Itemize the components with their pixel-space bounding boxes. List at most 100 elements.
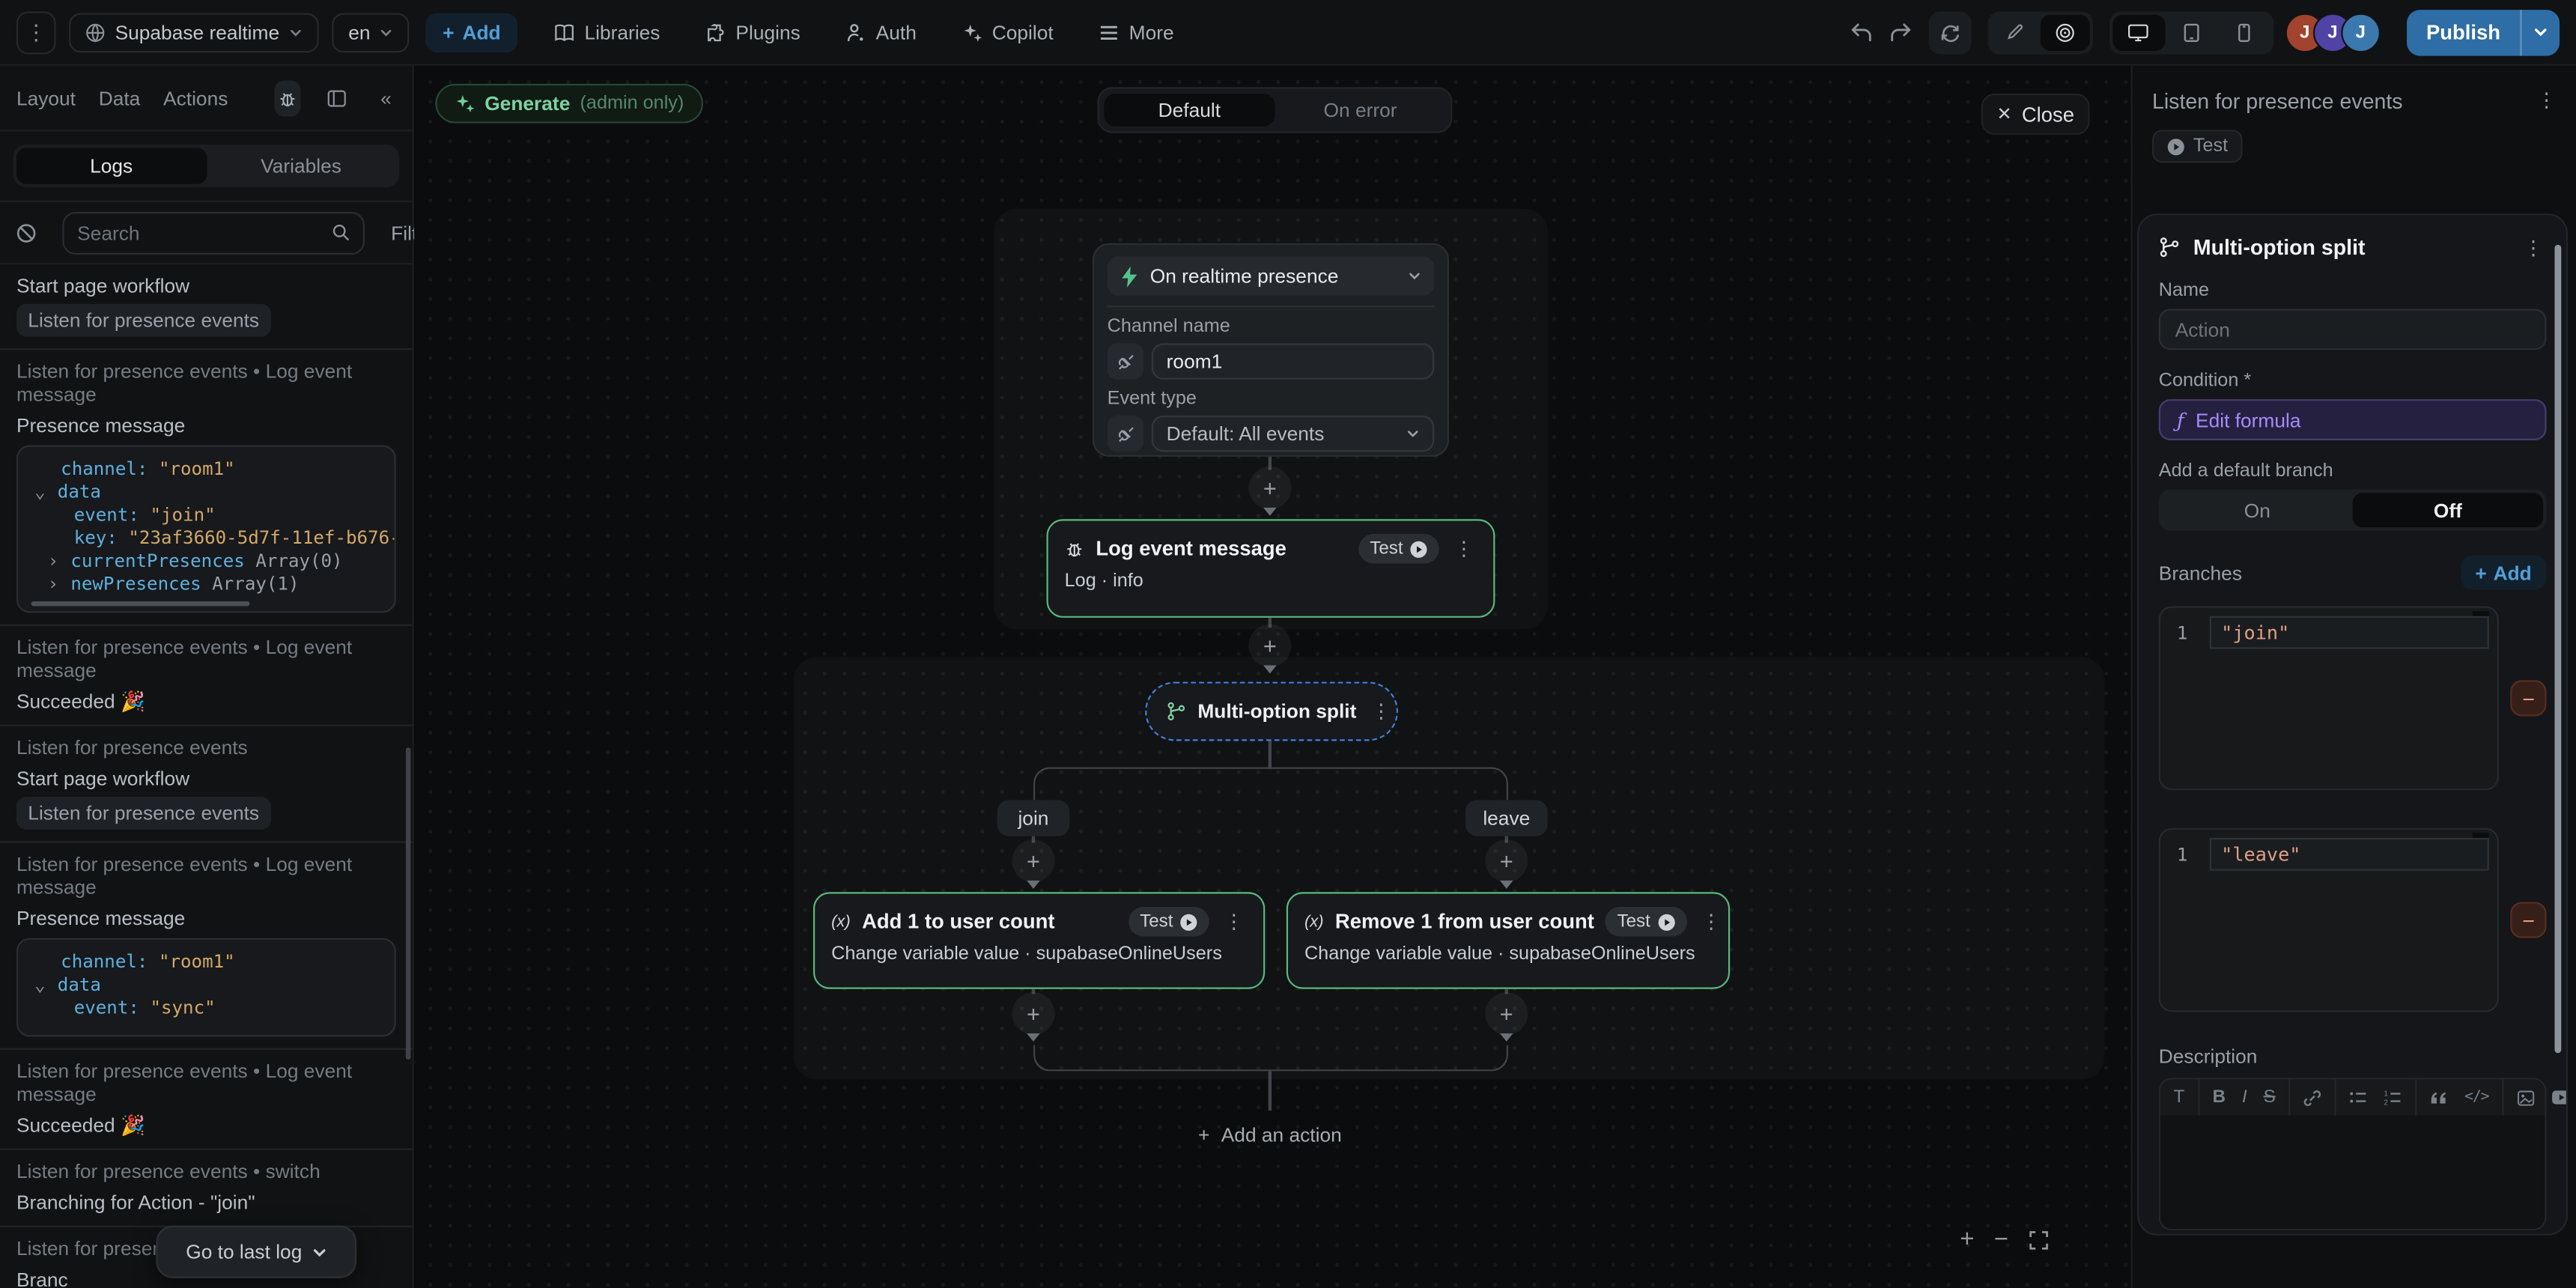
generate-button[interactable]: Generate (admin only) — [435, 83, 704, 124]
collapse-caret-icon[interactable]: ⌄ — [34, 482, 58, 505]
bullet-list-button[interactable] — [2349, 1090, 2367, 1106]
avatar[interactable]: J — [2340, 12, 2381, 52]
menu-item-libraries[interactable]: Libraries — [553, 20, 660, 43]
collapse-caret-icon[interactable]: ⌄ — [34, 974, 58, 997]
trigger-type-select[interactable]: On realtime presence — [1107, 256, 1435, 296]
bind-value-button[interactable] — [1107, 343, 1143, 380]
desktop-view-button[interactable] — [2112, 13, 2166, 50]
fit-view-button[interactable] — [2028, 1230, 2047, 1249]
log-event-message-node[interactable]: Log event message Test ⋮ Log · info — [1046, 519, 1495, 618]
node-menu-button[interactable]: ⋮ — [1698, 910, 1724, 933]
tab-logs[interactable]: Logs — [16, 148, 207, 184]
strikethrough-button[interactable]: S — [2264, 1087, 2276, 1107]
menu-item-plugins[interactable]: Plugins — [706, 20, 801, 43]
node-menu-button[interactable]: ⋮ — [1368, 700, 1394, 723]
test-node-button[interactable]: Test — [1606, 907, 1687, 937]
remove-branch-button[interactable]: − — [2510, 902, 2547, 938]
description-textarea[interactable] — [2158, 1115, 2547, 1231]
branch-label-leave[interactable]: leave — [1465, 800, 1548, 836]
redo-button[interactable] — [1889, 22, 1913, 42]
language-selector[interactable]: en — [332, 12, 410, 52]
node-menu-button[interactable]: ⋮ — [1450, 537, 1477, 560]
refresh-button[interactable] — [1928, 10, 1972, 54]
code-button[interactable]: </> — [2464, 1090, 2489, 1106]
clear-logs-button[interactable] — [16, 222, 36, 242]
insert-action-button[interactable]: + — [1012, 839, 1055, 883]
tab-on-error[interactable]: On error — [1275, 94, 1445, 127]
menu-item-more[interactable]: More — [1099, 20, 1174, 43]
menu-item-auth[interactable]: Auth — [846, 20, 917, 43]
test-workflow-button[interactable]: Test — [2151, 130, 2243, 163]
image-button[interactable] — [2517, 1088, 2535, 1106]
card-scrollbar[interactable] — [2554, 244, 2562, 1054]
edit-mode-button[interactable] — [1991, 14, 2041, 50]
test-node-button[interactable]: Test — [1128, 907, 1209, 937]
trigger-node[interactable]: On realtime presence Channel name room1 … — [1092, 243, 1450, 457]
search-input[interactable] — [77, 221, 332, 244]
remove-branch-button[interactable]: − — [2510, 680, 2547, 717]
go-to-last-log-button[interactable]: Go to last log — [156, 1225, 357, 1278]
project-selector[interactable]: Supabase realtime — [69, 12, 319, 52]
event-type-select[interactable]: Default: All events — [1151, 416, 1435, 452]
tab-layout[interactable]: Layout — [16, 86, 76, 109]
insert-action-button[interactable]: + — [1485, 992, 1528, 1036]
video-button[interactable] — [2551, 1090, 2566, 1106]
mobile-view-button[interactable] — [2217, 14, 2270, 50]
link-button[interactable] — [2303, 1088, 2321, 1106]
insert-action-button[interactable]: + — [1248, 624, 1292, 667]
horizontal-scrollbar[interactable] — [31, 601, 250, 607]
remove-user-count-node[interactable]: (x) Remove 1 from user count Test ⋮ Chan… — [1286, 892, 1731, 989]
insert-action-button[interactable]: + — [1012, 992, 1055, 1036]
tablet-view-button[interactable] — [2165, 14, 2217, 50]
preview-mode-button[interactable] — [2040, 13, 2090, 50]
section-menu-button[interactable]: ⋮ — [2520, 236, 2546, 259]
vertical-scrollbar[interactable] — [405, 747, 411, 1060]
edit-formula-button[interactable]: ƒ Edit formula — [2158, 399, 2547, 440]
tab-data[interactable]: Data — [99, 86, 141, 109]
toggle-off[interactable]: Off — [2352, 493, 2544, 528]
italic-button[interactable]: I — [2242, 1087, 2247, 1107]
app-menu-button[interactable]: ⋮ — [16, 10, 56, 54]
branch-code-editor[interactable]: 1 "join" — [2158, 606, 2500, 791]
text-style-button[interactable]: T — [2174, 1087, 2185, 1107]
channel-name-input[interactable]: room1 — [1151, 343, 1435, 380]
test-node-button[interactable]: Test — [1358, 534, 1439, 564]
close-workflow-button[interactable]: ✕ Close — [1981, 94, 2090, 135]
expand-caret-icon[interactable]: › — [48, 574, 71, 597]
tab-default[interactable]: Default — [1104, 94, 1275, 127]
quote-button[interactable] — [2430, 1090, 2448, 1105]
multi-option-split-node[interactable]: Multi-option split ⋮ — [1145, 681, 1398, 741]
expand-caret-icon[interactable]: › — [48, 550, 71, 574]
workflow-menu-button[interactable]: ⋮ — [2533, 88, 2560, 112]
tab-variables[interactable]: Variables — [206, 148, 395, 183]
rich-text-toolbar: T B I S 12 </> — [2158, 1078, 2566, 1116]
add-branch-button[interactable]: + Add — [2460, 555, 2547, 590]
tab-actions[interactable]: Actions — [163, 86, 228, 109]
toggle-on[interactable]: On — [2162, 493, 2352, 527]
numbered-list-button[interactable]: 12 — [2384, 1090, 2402, 1105]
node-menu-button[interactable]: ⋮ — [1221, 910, 1247, 933]
menu-item-copilot[interactable]: Copilot — [962, 20, 1054, 43]
bind-value-button[interactable] — [1107, 416, 1143, 452]
collaborator-avatars: J J J — [2285, 12, 2381, 52]
branch-code-editor[interactable]: 1 "leave" — [2158, 827, 2500, 1012]
publish-dropdown-button[interactable] — [2520, 9, 2560, 55]
add-action-button[interactable]: + Add an action — [1161, 1117, 1379, 1153]
panel-layout-button[interactable] — [323, 79, 350, 115]
debug-button[interactable] — [273, 79, 301, 116]
add-user-count-node[interactable]: (x) Add 1 to user count Test ⋮ Change va… — [812, 892, 1266, 989]
branch-label-join[interactable]: join — [997, 800, 1070, 836]
zoom-in-button[interactable]: + — [1960, 1226, 1974, 1254]
name-input[interactable] — [2175, 318, 2530, 341]
code-line[interactable]: "join" — [2209, 616, 2490, 649]
undo-button[interactable] — [1850, 22, 1873, 42]
bold-button[interactable]: B — [2213, 1087, 2226, 1107]
collapse-panel-button[interactable]: « — [373, 79, 399, 115]
insert-action-button[interactable]: + — [1485, 839, 1528, 883]
insert-action-button[interactable]: + — [1248, 467, 1292, 510]
publish-button[interactable]: Publish — [2407, 20, 2521, 43]
code-line[interactable]: "leave" — [2209, 837, 2490, 871]
add-button[interactable]: + Add — [426, 12, 517, 52]
workflow-chip: Listen for presence events — [16, 303, 271, 337]
zoom-out-button[interactable]: − — [1994, 1226, 2008, 1254]
